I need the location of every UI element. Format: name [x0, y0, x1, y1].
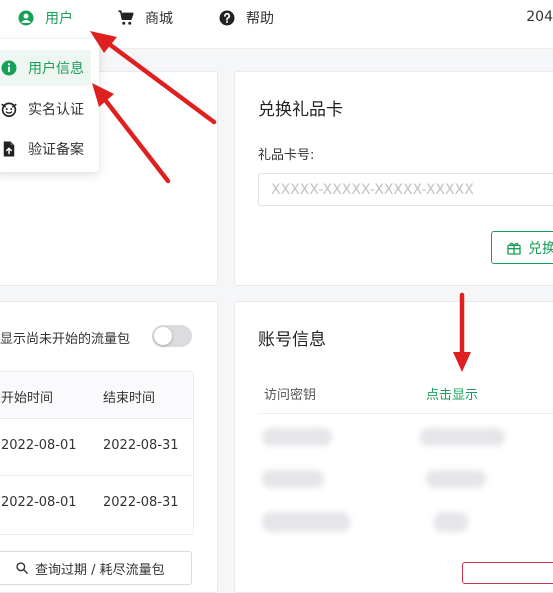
arrow-to-user-info: [92, 83, 171, 184]
arrow-to-show-key: [453, 292, 471, 372]
arrow-to-user-nav: [90, 31, 217, 125]
annotation-arrows: [90, 31, 471, 372]
